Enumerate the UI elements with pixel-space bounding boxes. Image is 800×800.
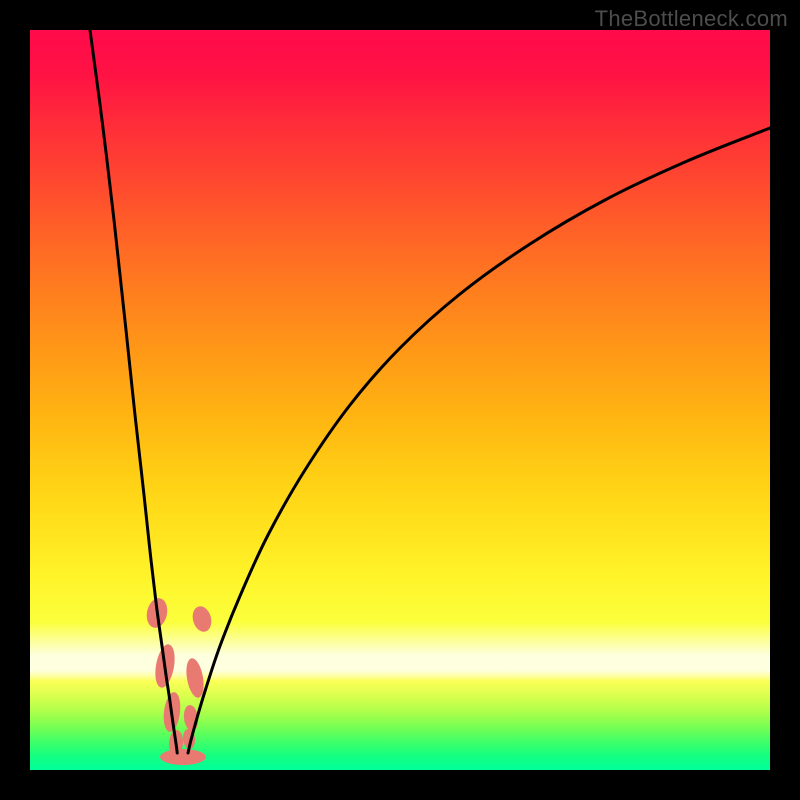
chart-svg <box>30 30 770 770</box>
outer-frame: TheBottleneck.com <box>0 0 800 800</box>
plot-area <box>30 30 770 770</box>
right-curve <box>188 128 770 753</box>
data-point-blobs <box>144 596 214 765</box>
left-curve <box>90 30 177 753</box>
blob <box>160 749 206 765</box>
watermark-text: TheBottleneck.com <box>595 6 788 32</box>
blob <box>190 604 214 634</box>
